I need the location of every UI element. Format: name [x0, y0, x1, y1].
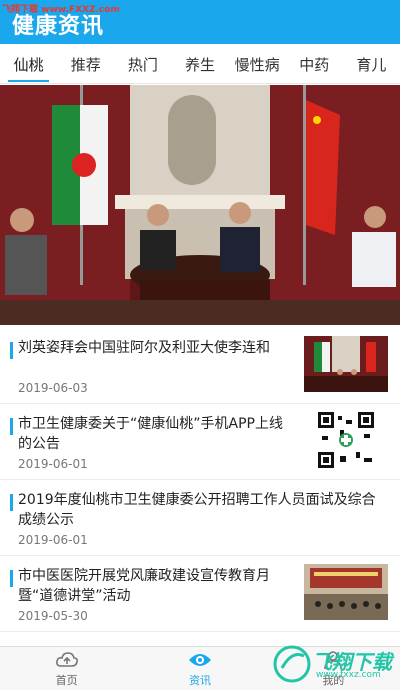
nav-home[interactable]: 首页	[0, 647, 133, 690]
hero-banner-image[interactable]	[0, 85, 400, 325]
tab-recommend[interactable]: 推荐	[57, 44, 114, 84]
news-item[interactable]: 市中医医院开展党风廉政建设宣传教育月暨“道德讲堂”活动 2019-05-30	[0, 556, 400, 632]
accent-bar	[10, 418, 13, 435]
tab-tcm[interactable]: 中药	[286, 44, 343, 84]
news-date: 2019-06-01	[18, 533, 88, 547]
meeting-thumb-image	[304, 336, 388, 392]
accent-bar	[10, 342, 13, 359]
news-date: 2019-06-01	[18, 457, 88, 471]
news-item[interactable]: 市卫生健康委关于“健康仙桃”手机APP上线的公告 2019-06-01	[0, 404, 400, 480]
page-title: 健康资讯	[12, 14, 105, 39]
accent-bar	[10, 494, 13, 511]
news-thumbnail	[304, 336, 388, 392]
news-title: 市卫生健康委关于“健康仙桃”手机APP上线的公告	[18, 416, 283, 452]
news-item[interactable]: 刘英姿拜会中国驻阿尔及利亚大使李连和 2019-06-03	[0, 328, 400, 404]
news-thumbnail	[304, 564, 388, 620]
tab-chronic[interactable]: 慢性病	[229, 44, 286, 84]
news-title: 2019年度仙桃市卫生健康委公开招聘工作人员面试及综合成绩公示	[18, 492, 376, 528]
nav-label: 资讯	[188, 673, 211, 687]
lecture-thumb-image	[304, 564, 388, 620]
news-thumbnail	[304, 412, 388, 468]
meeting-scene-illustration	[0, 85, 400, 325]
tab-xiantao[interactable]: 仙桃	[0, 44, 57, 84]
tab-health[interactable]: 养生	[171, 44, 228, 84]
watermark-logo-icon	[273, 645, 311, 683]
tab-hot[interactable]: 热门	[114, 44, 171, 84]
app-header: 飞翔下载 www.FXXZ.com 健康资讯	[0, 0, 400, 44]
news-item[interactable]: 2019年度仙桃市卫生健康委公开招聘工作人员面试及综合成绩公示 2019-06-…	[0, 480, 400, 556]
home-cloud-icon	[55, 651, 78, 667]
news-list: 刘英姿拜会中国驻阿尔及利亚大使李连和 2019-06-03 市卫生健康委关于“健…	[0, 328, 400, 632]
news-date: 2019-06-03	[18, 381, 88, 395]
qr-code-image	[304, 412, 388, 468]
eye-icon	[188, 653, 211, 666]
category-tabs: 仙桃 推荐 热门 养生 慢性病 中药 育儿	[0, 44, 400, 84]
watermark-logo: 飞翔下载 www.fxxz.com	[272, 640, 392, 688]
news-title: 市中医医院开展党风廉政建设宣传教育月暨“道德讲堂”活动	[18, 568, 270, 604]
tab-parenting[interactable]: 育儿	[343, 44, 400, 84]
watermark-sub: www.fxxz.com	[316, 670, 381, 680]
nav-label: 首页	[55, 673, 78, 687]
nav-news[interactable]: 资讯	[133, 647, 266, 690]
accent-bar	[10, 570, 13, 587]
news-title: 刘英姿拜会中国驻阿尔及利亚大使李连和	[18, 340, 270, 356]
news-date: 2019-05-30	[18, 609, 88, 623]
